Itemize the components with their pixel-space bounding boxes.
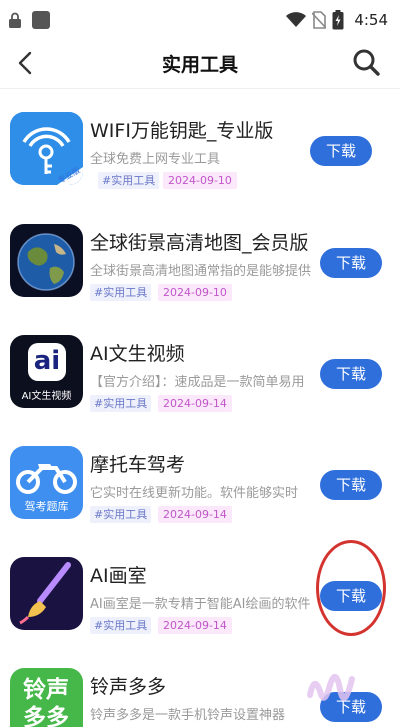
app-name: AI画室 bbox=[90, 565, 147, 587]
icon-label: 驾考题库 bbox=[24, 500, 69, 513]
app-desc: AI画室是一款专精于智能AI绘画的软件 bbox=[90, 597, 311, 612]
header-divider bbox=[0, 88, 400, 89]
list-item[interactable]: 专业版 WIFI万能钥匙_专业版 全球免费上网专业工具 #实用工具 2024-0… bbox=[0, 98, 400, 198]
date-badge: 2024-09-10 bbox=[158, 284, 232, 301]
earth-graphic bbox=[10, 224, 83, 297]
watermark-icon bbox=[307, 674, 355, 701]
date-badge: 2024-09-14 bbox=[158, 506, 232, 523]
paint-brush-graphic bbox=[10, 557, 83, 630]
app-name: 摩托车驾考 bbox=[90, 454, 186, 476]
category-tag[interactable]: #实用工具 bbox=[90, 395, 152, 412]
motorcycle-graphic bbox=[16, 464, 77, 494]
search-icon bbox=[353, 49, 380, 76]
app-name: AI文生视频 bbox=[90, 343, 185, 365]
list-item[interactable]: 全球街景高清地图_会员版 全球街景高清地图通常指的是能够提供 #实用工具 202… bbox=[0, 210, 400, 310]
app-desc: 全球免费上网专业工具 bbox=[90, 152, 221, 167]
no-sim-icon bbox=[312, 11, 327, 29]
app-desc: 全球街景高清地图通常指的是能够提供 bbox=[90, 264, 312, 279]
date-badge: 2024-09-14 bbox=[158, 617, 232, 634]
notification-icon bbox=[32, 11, 50, 29]
ringtone-icon: 铃声多多 bbox=[10, 668, 83, 727]
status-bar: 4:54 bbox=[0, 0, 400, 40]
earth-map-icon bbox=[10, 224, 83, 297]
category-tag[interactable]: #实用工具 bbox=[90, 617, 152, 634]
list-item[interactable]: ai AI文生视频 AI文生视频 【官方介绍】：速成品是一款简单易用 #实用工具… bbox=[0, 321, 400, 421]
category-tag[interactable]: #实用工具 bbox=[90, 284, 152, 301]
download-button[interactable]: 下载 bbox=[310, 136, 372, 166]
download-button[interactable]: 下载 bbox=[320, 248, 382, 278]
app-desc: 铃声多多是一款手机铃声设置神器 bbox=[90, 708, 286, 723]
app-name: WIFI万能钥匙_专业版 bbox=[90, 120, 274, 142]
header: 实用工具 bbox=[0, 40, 400, 86]
wifi-icon bbox=[286, 12, 307, 27]
app-desc: 它实时在线更新功能。软件能够实时 bbox=[90, 486, 299, 501]
lock-icon bbox=[9, 12, 21, 28]
wifi-key-icon: 专业版 bbox=[10, 112, 83, 185]
motorcycle-exam-icon: 驾考题库 bbox=[10, 446, 83, 519]
app-desc: 【官方介绍】：速成品是一款简单易用 bbox=[90, 375, 305, 390]
battery-charging-icon bbox=[332, 10, 344, 30]
app-name: 全球街景高清地图_会员版 bbox=[90, 232, 309, 254]
page-title: 实用工具 bbox=[161, 54, 238, 76]
ai-paint-brush-icon bbox=[10, 557, 83, 630]
ai-video-icon: ai AI文生视频 bbox=[10, 335, 83, 408]
app-name: 铃声多多 bbox=[90, 676, 167, 698]
date-badge: 2024-09-14 bbox=[158, 395, 232, 412]
icon-label: AI文生视频 bbox=[21, 391, 72, 402]
search-button[interactable] bbox=[350, 46, 382, 78]
category-tag[interactable]: #实用工具 bbox=[90, 506, 152, 523]
download-button[interactable]: 下载 bbox=[320, 359, 382, 389]
list-item[interactable]: 驾考题库 摩托车驾考 它实时在线更新功能。软件能够实时 #实用工具 2024-0… bbox=[0, 432, 400, 532]
icon-label: 铃声多多 bbox=[23, 677, 69, 727]
category-tag[interactable]: #实用工具 bbox=[98, 172, 160, 189]
clock: 4:54 bbox=[354, 11, 388, 29]
ai-logo-glyph: ai bbox=[28, 343, 66, 381]
download-button[interactable]: 下载 bbox=[320, 470, 382, 500]
highlight-circle bbox=[316, 540, 386, 636]
date-badge: 2024-09-10 bbox=[163, 172, 237, 189]
